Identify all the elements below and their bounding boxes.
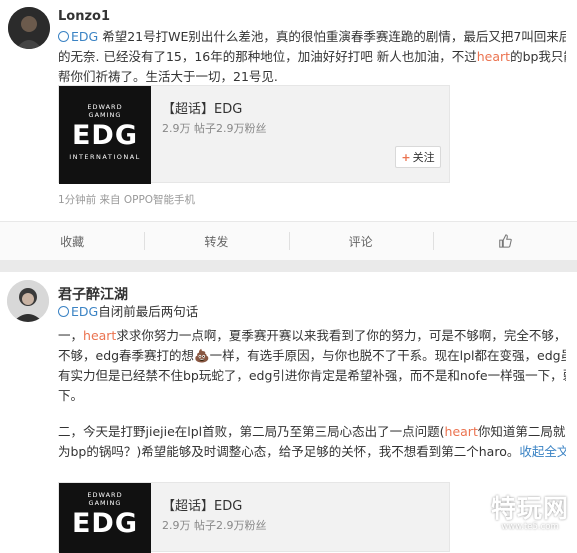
username[interactable]: 君子醉江湖 bbox=[58, 284, 128, 304]
comment-button[interactable]: 评论 bbox=[288, 222, 433, 260]
text-line: 的无奈. 已经没有了15，16年的那种地位，加油好好打吧 新人也加油，不过hea… bbox=[58, 49, 566, 64]
post-text: EDG 希望21号打WE别出什么差池，真的很怕重演春季赛连跪的剧情，最后又把7叫… bbox=[58, 27, 566, 87]
keyword-highlight: heart bbox=[83, 328, 117, 343]
thumbs-up-icon bbox=[499, 234, 512, 248]
super-topic-card[interactable]: EDWARD GAMING EDG INTERNATIONAL 【超话】EDG … bbox=[58, 85, 450, 184]
weibo-post-1: Lonzo1 EDG 希望21号打WE别出什么差池，真的很怕重演春季赛连跪的剧情… bbox=[0, 0, 577, 261]
collapse-text-link[interactable]: 收起全文 bbox=[519, 444, 566, 459]
text-line: 有实力但是已经禁不住bp玩蛇了，edg引进你肯定是希望补强，而不是和nofe一样… bbox=[58, 368, 566, 383]
feed-gap bbox=[0, 260, 577, 272]
action-bar: 收藏 转发 评论 bbox=[0, 222, 577, 260]
keyword-highlight: heart bbox=[444, 424, 478, 439]
site-watermark: 特玩网 www.te5.com bbox=[490, 494, 569, 533]
text-line: 帮你们祈祷了。生活大于一切，21号见. bbox=[58, 69, 278, 84]
super-topic-icon bbox=[58, 306, 69, 317]
plus-icon: + bbox=[401, 151, 411, 164]
username[interactable]: Lonzo1 bbox=[58, 9, 110, 24]
super-topic-mention[interactable]: EDG bbox=[58, 29, 98, 44]
edg-logo: EDWARD GAMING EDG bbox=[59, 483, 151, 553]
keyword-highlight: heart bbox=[476, 49, 511, 64]
edg-logo: EDWARD GAMING EDG INTERNATIONAL bbox=[59, 86, 151, 184]
text-line: 不够，edg春季赛打的想💩一样，有选手原因，与你也脱不了干系。现在lpl都在变强… bbox=[58, 348, 566, 363]
card-stats: 2.9万 帖子2.9万粉丝 bbox=[162, 122, 267, 135]
post-text: EDG自闭前最后两句话 一，heart求求你努力一点啊，夏季赛开赛以来我看到了你… bbox=[58, 302, 566, 462]
super-topic-icon bbox=[58, 31, 69, 42]
repost-button[interactable]: 转发 bbox=[144, 222, 288, 260]
avatar[interactable] bbox=[7, 280, 49, 322]
text-line: 为bp的锅吗？)希望能够及时调整心态，给予足够的关怀，我不想看到第二个haro。… bbox=[58, 442, 566, 462]
text-line: 下。 bbox=[58, 388, 84, 403]
card-title[interactable]: 【超话】EDG bbox=[162, 495, 242, 514]
super-topic-card[interactable]: EDWARD GAMING EDG 【超话】EDG 2.9万 帖子2.9万粉丝 bbox=[58, 482, 450, 553]
collect-button[interactable]: 收藏 bbox=[0, 222, 144, 260]
super-topic-mention[interactable]: EDG bbox=[58, 304, 98, 319]
text-line: EDG 希望21号打WE别出什么差池，真的很怕重演春季赛连跪的剧情，最后又把7叫… bbox=[58, 27, 566, 47]
post-meta: 1分钟前 来自 OPPO智能手机 bbox=[58, 194, 196, 206]
text-line: 二，今天是打野jiejie在lpl首败，第二局乃至第三局心态出了一点问题(hea… bbox=[58, 424, 566, 439]
like-button[interactable] bbox=[432, 222, 577, 260]
text-line: EDG自闭前最后两句话 bbox=[58, 302, 566, 322]
text-line: 一，heart求求你努力一点啊，夏季赛开赛以来我看到了你的努力，可是不够啊，完全… bbox=[58, 328, 566, 343]
card-title[interactable]: 【超话】EDG bbox=[162, 98, 242, 117]
avatar[interactable] bbox=[8, 7, 50, 49]
card-stats: 2.9万 帖子2.9万粉丝 bbox=[162, 519, 267, 532]
follow-button[interactable]: + 关注 bbox=[395, 146, 441, 168]
